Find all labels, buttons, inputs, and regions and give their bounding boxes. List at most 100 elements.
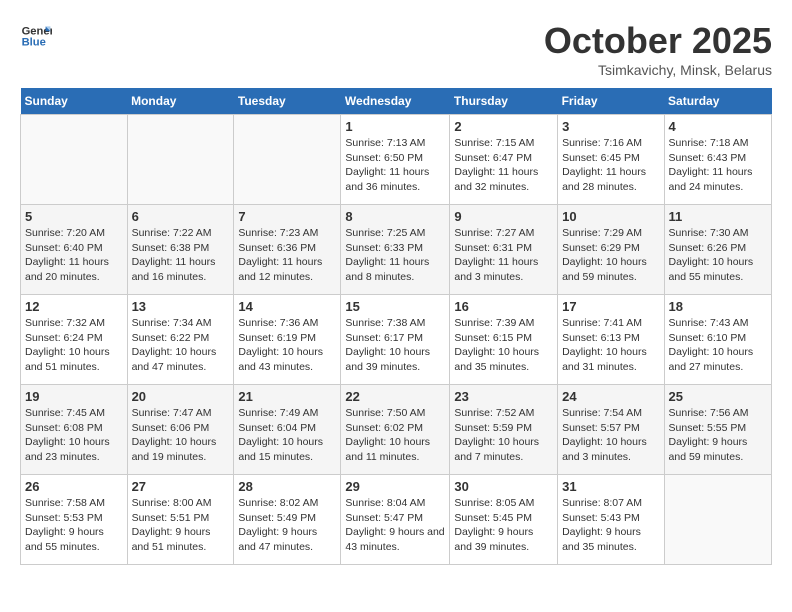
calendar-cell: [127, 115, 234, 205]
weekday-header: Monday: [127, 88, 234, 115]
calendar-cell: 20Sunrise: 7:47 AM Sunset: 6:06 PM Dayli…: [127, 385, 234, 475]
weekday-header: Saturday: [664, 88, 771, 115]
weekday-header: Thursday: [450, 88, 558, 115]
calendar-cell: 25 Sunrise: 7:56 AM Sunset: 5:55 PM Dayli…: [664, 385, 771, 475]
calendar-cell: 1Sunrise: 7:13 AM Sunset: 6:50 PM Daylig…: [341, 115, 450, 205]
day-info: Sunrise: 7:49 AM Sunset: 6:04 PM Dayligh…: [238, 406, 336, 465]
day-info: Sunrise: 7:13 AM Sunset: 6:50 PM Dayligh…: [345, 136, 445, 195]
day-info: Sunrise: 8:04 AM Sunset: 5:47 PM Dayligh…: [345, 496, 445, 555]
day-number: 29: [345, 479, 445, 494]
calendar-cell: 12 Sunrise: 7:32 AM Sunset: 6:24 PM Dayli…: [21, 295, 128, 385]
calendar-cell: 3 Sunrise: 7:16 AM Sunset: 6:45 PM Daylig…: [558, 115, 664, 205]
day-number: 16: [454, 299, 553, 314]
page-header: General Blue October 2025 Tsimkavichy, M…: [20, 20, 772, 78]
day-info: Sunrise: 8:00 AM Sunset: 5:51 PM Dayligh…: [132, 496, 230, 555]
calendar-cell: 30 Sunrise: 8:05 AM Sunset: 5:45 PM Dayli…: [450, 475, 558, 565]
day-info: Sunrise: 7:25 AM Sunset: 6:33 PM Dayligh…: [345, 226, 445, 285]
logo-icon: General Blue: [20, 20, 52, 52]
day-info: Sunrise: 7:56 AM Sunset: 5:55 PM Dayligh…: [669, 406, 767, 465]
day-number: 3: [562, 119, 659, 134]
calendar-cell: 6 Sunrise: 7:22 AM Sunset: 6:38 PM Daylig…: [127, 205, 234, 295]
day-number: 23: [454, 389, 553, 404]
calendar-table: SundayMondayTuesdayWednesdayThursdayFrid…: [20, 88, 772, 565]
day-number: 10: [562, 209, 659, 224]
svg-text:Blue: Blue: [22, 37, 46, 49]
day-info: Sunrise: 7:36 AM Sunset: 6:19 PM Dayligh…: [238, 316, 336, 375]
day-number: 2: [454, 119, 553, 134]
day-number: 21: [238, 389, 336, 404]
day-number: 12: [25, 299, 123, 314]
calendar-cell: 15Sunrise: 7:38 AM Sunset: 6:17 PM Dayli…: [341, 295, 450, 385]
day-info: Sunrise: 7:34 AM Sunset: 6:22 PM Dayligh…: [132, 316, 230, 375]
day-number: 25: [669, 389, 767, 404]
day-number: 28: [238, 479, 336, 494]
day-info: Sunrise: 8:07 AM Sunset: 5:43 PM Dayligh…: [562, 496, 659, 555]
location: Tsimkavichy, Minsk, Belarus: [544, 62, 772, 78]
calendar-cell: [664, 475, 771, 565]
title-area: October 2025 Tsimkavichy, Minsk, Belarus: [544, 20, 772, 78]
day-number: 14: [238, 299, 336, 314]
calendar-cell: 17Sunrise: 7:41 AM Sunset: 6:13 PM Dayli…: [558, 295, 664, 385]
day-number: 22: [345, 389, 445, 404]
calendar-cell: 26Sunrise: 7:58 AM Sunset: 5:53 PM Dayli…: [21, 475, 128, 565]
day-info: Sunrise: 7:41 AM Sunset: 6:13 PM Dayligh…: [562, 316, 659, 375]
calendar-cell: [21, 115, 128, 205]
day-info: Sunrise: 7:22 AM Sunset: 6:38 PM Dayligh…: [132, 226, 230, 285]
month-title: October 2025: [544, 20, 772, 62]
day-info: Sunrise: 7:23 AM Sunset: 6:36 PM Dayligh…: [238, 226, 336, 285]
calendar-cell: 4Sunrise: 7:18 AM Sunset: 6:43 PM Daylig…: [664, 115, 771, 205]
calendar-cell: 2 Sunrise: 7:15 AM Sunset: 6:47 PM Daylig…: [450, 115, 558, 205]
day-number: 9: [454, 209, 553, 224]
calendar-cell: 13 Sunrise: 7:34 AM Sunset: 6:22 PM Dayli…: [127, 295, 234, 385]
day-number: 31: [562, 479, 659, 494]
calendar-cell: 8 Sunrise: 7:25 AM Sunset: 6:33 PM Daylig…: [341, 205, 450, 295]
day-number: 8: [345, 209, 445, 224]
day-number: 18: [669, 299, 767, 314]
calendar-cell: 10 Sunrise: 7:29 AM Sunset: 6:29 PM Dayli…: [558, 205, 664, 295]
calendar-cell: 31 Sunrise: 8:07 AM Sunset: 5:43 PM Dayli…: [558, 475, 664, 565]
calendar-cell: 16 Sunrise: 7:39 AM Sunset: 6:15 PM Dayli…: [450, 295, 558, 385]
day-info: Sunrise: 7:29 AM Sunset: 6:29 PM Dayligh…: [562, 226, 659, 285]
calendar-cell: 11 Sunrise: 7:30 AM Sunset: 6:26 PM Dayli…: [664, 205, 771, 295]
day-info: Sunrise: 7:45 AM Sunset: 6:08 PM Dayligh…: [25, 406, 123, 465]
day-info: Sunrise: 7:15 AM Sunset: 6:47 PM Dayligh…: [454, 136, 553, 195]
day-info: Sunrise: 7:52 AM Sunset: 5:59 PM Dayligh…: [454, 406, 553, 465]
day-number: 13: [132, 299, 230, 314]
calendar-cell: 29 Sunrise: 8:04 AM Sunset: 5:47 PM Dayli…: [341, 475, 450, 565]
day-number: 11: [669, 209, 767, 224]
day-info: Sunrise: 7:27 AM Sunset: 6:31 PM Dayligh…: [454, 226, 553, 285]
calendar-cell: 9 Sunrise: 7:27 AM Sunset: 6:31 PM Daylig…: [450, 205, 558, 295]
day-number: 19: [25, 389, 123, 404]
day-info: Sunrise: 7:32 AM Sunset: 6:24 PM Dayligh…: [25, 316, 123, 375]
calendar-cell: 14 Sunrise: 7:36 AM Sunset: 6:19 PM Dayli…: [234, 295, 341, 385]
day-info: Sunrise: 8:02 AM Sunset: 5:49 PM Dayligh…: [238, 496, 336, 555]
day-info: Sunrise: 7:43 AM Sunset: 6:10 PM Dayligh…: [669, 316, 767, 375]
calendar-cell: 24 Sunrise: 7:54 AM Sunset: 5:57 PM Dayli…: [558, 385, 664, 475]
day-number: 6: [132, 209, 230, 224]
calendar-cell: 7 Sunrise: 7:23 AM Sunset: 6:36 PM Daylig…: [234, 205, 341, 295]
day-number: 5: [25, 209, 123, 224]
calendar-cell: 18 Sunrise: 7:43 AM Sunset: 6:10 PM Dayli…: [664, 295, 771, 385]
calendar-cell: [234, 115, 341, 205]
day-info: Sunrise: 7:54 AM Sunset: 5:57 PM Dayligh…: [562, 406, 659, 465]
calendar-cell: 23 Sunrise: 7:52 AM Sunset: 5:59 PM Dayli…: [450, 385, 558, 475]
calendar-cell: 28 Sunrise: 8:02 AM Sunset: 5:49 PM Dayli…: [234, 475, 341, 565]
day-info: Sunrise: 7:47 AM Sunset: 6:06 PM Dayligh…: [132, 406, 230, 465]
day-number: 4: [669, 119, 767, 134]
logo: General Blue: [20, 20, 52, 52]
weekday-header: Friday: [558, 88, 664, 115]
day-number: 15: [345, 299, 445, 314]
day-info: Sunrise: 7:16 AM Sunset: 6:45 PM Dayligh…: [562, 136, 659, 195]
day-number: 27: [132, 479, 230, 494]
day-number: 7: [238, 209, 336, 224]
day-info: Sunrise: 7:20 AM Sunset: 6:40 PM Dayligh…: [25, 226, 123, 285]
calendar-cell: 27 Sunrise: 8:00 AM Sunset: 5:51 PM Dayli…: [127, 475, 234, 565]
day-number: 24: [562, 389, 659, 404]
day-info: Sunrise: 7:30 AM Sunset: 6:26 PM Dayligh…: [669, 226, 767, 285]
weekday-header: Wednesday: [341, 88, 450, 115]
day-number: 30: [454, 479, 553, 494]
day-info: Sunrise: 7:50 AM Sunset: 6:02 PM Dayligh…: [345, 406, 445, 465]
calendar-cell: 19 Sunrise: 7:45 AM Sunset: 6:08 PM Dayli…: [21, 385, 128, 475]
day-info: Sunrise: 8:05 AM Sunset: 5:45 PM Dayligh…: [454, 496, 553, 555]
day-info: Sunrise: 7:39 AM Sunset: 6:15 PM Dayligh…: [454, 316, 553, 375]
